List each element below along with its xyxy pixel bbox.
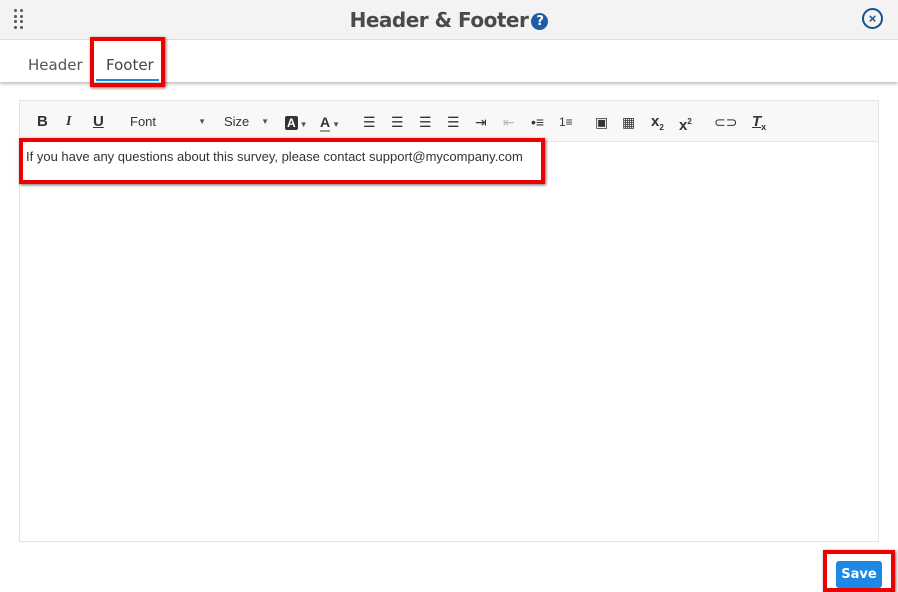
superscript-icon[interactable]: x2 (679, 113, 692, 134)
image-icon[interactable]: ▣ (595, 113, 608, 131)
clear-formatting-icon[interactable]: Tx (752, 113, 766, 132)
caret-down-icon: ▼ (299, 120, 308, 129)
annotation-box (823, 550, 895, 592)
italic-button[interactable]: I (66, 113, 71, 131)
justify-icon[interactable]: ☰ (447, 113, 460, 131)
background-color-button[interactable]: A ▼ (285, 113, 308, 131)
caret-down-icon: ▼ (198, 117, 206, 126)
align-right-icon[interactable]: ☰ (419, 113, 432, 131)
indent-icon[interactable]: ⇥ (475, 113, 487, 131)
annotation-box (19, 138, 545, 184)
dialog-titlebar: Header & Footer? × (0, 0, 898, 40)
size-select[interactable]: Size ▼ (224, 113, 269, 131)
outdent-icon[interactable]: ⇤ (503, 113, 515, 131)
align-center-icon[interactable]: ☰ (391, 113, 404, 131)
question-circle-icon[interactable]: ? (531, 13, 549, 30)
font-select[interactable]: Font ▼ (130, 113, 206, 131)
table-icon[interactable]: ▦ (622, 113, 635, 131)
bulleted-list-icon[interactable]: •≡ (531, 113, 544, 131)
tab-header[interactable]: Header (28, 56, 83, 74)
bold-button[interactable]: B (37, 113, 48, 131)
text-color-button[interactable]: A ▼ (320, 113, 341, 132)
editor-toolbar: B I U Font ▼ Size ▼ A ▼ A ▼ ☰ ☰ ☰ ☰ ⇥ ⇤ •≡ 1… (20, 101, 878, 142)
close-button[interactable]: × (862, 8, 883, 29)
link-icon[interactable]: ⊂⊃ (714, 113, 737, 131)
numbered-list-icon[interactable]: 1≡ (559, 113, 573, 131)
underline-button[interactable]: U (93, 113, 104, 131)
align-left-icon[interactable]: ☰ (363, 113, 376, 131)
caret-down-icon: ▼ (332, 120, 341, 129)
dialog-title: Header & Footer? (0, 8, 898, 32)
annotation-box (90, 37, 165, 87)
subscript-icon[interactable]: x2 (651, 113, 664, 132)
caret-down-icon: ▼ (261, 117, 269, 126)
